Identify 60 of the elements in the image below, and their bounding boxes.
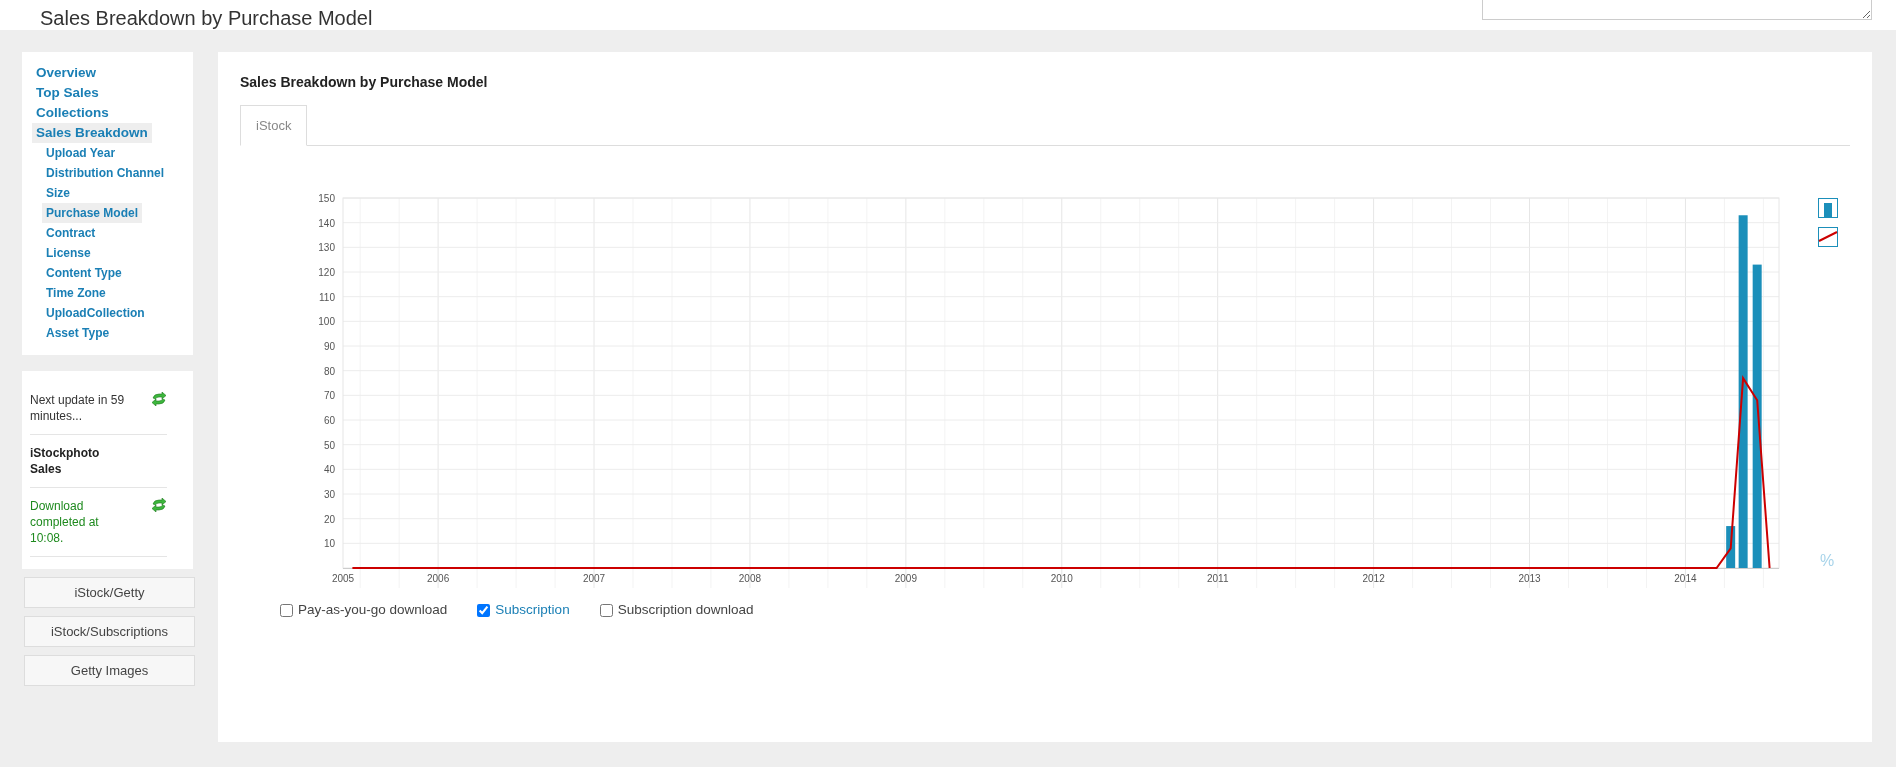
nav-sublink[interactable]: Upload Year xyxy=(42,143,120,163)
y-tick-label: 80 xyxy=(323,365,335,377)
y-tick-label: 140 xyxy=(318,217,335,229)
nav-link[interactable]: Collections xyxy=(32,103,113,123)
x-tick-label: 2014 xyxy=(1674,573,1697,585)
status-text: iStockphoto Sales xyxy=(30,445,101,477)
x-tick-label: 2011 xyxy=(1206,573,1229,585)
nav-sublink[interactable]: Contract xyxy=(42,223,100,243)
sidebar-button[interactable]: iStock/Getty xyxy=(24,577,195,608)
checkbox-label[interactable]: Pay-as-you-go download xyxy=(298,600,448,621)
x-tick-label: 2005 xyxy=(331,573,355,585)
bar-legend-icon[interactable] xyxy=(1818,198,1838,219)
x-tick-label: 2009 xyxy=(894,573,917,585)
nav-sublink[interactable]: Content Type xyxy=(42,263,126,283)
checkbox[interactable] xyxy=(280,603,293,617)
page-title: Sales Breakdown by Purchase Model xyxy=(40,6,373,30)
x-tick-label: 2010 xyxy=(1050,573,1073,585)
y-tick-label: 100 xyxy=(318,316,335,328)
panel-title: Sales Breakdown by Purchase Model xyxy=(240,74,489,91)
y-tick-label: 110 xyxy=(319,291,335,303)
y-tick-label: 130 xyxy=(318,242,335,254)
tab[interactable]: iStock xyxy=(240,104,308,147)
line-legend-icon[interactable] xyxy=(1818,227,1838,248)
x-tick-label: 2007 xyxy=(582,573,606,585)
checkbox[interactable] xyxy=(477,603,491,617)
sidebar-button[interactable]: iStock/Subscriptions xyxy=(24,616,195,647)
y-tick-label: 20 xyxy=(323,513,335,525)
x-tick-label: 2008 xyxy=(738,573,762,585)
y-tick-label: 30 xyxy=(323,489,335,501)
checkbox-label[interactable]: Subscription download xyxy=(617,600,754,621)
checkbox[interactable] xyxy=(599,603,613,617)
nav-sublink[interactable]: Asset Type xyxy=(42,323,114,343)
nav-link[interactable]: Top Sales xyxy=(32,83,103,103)
refresh-icon[interactable] xyxy=(151,498,167,512)
sidebar-button[interactable]: Getty Images xyxy=(24,655,195,686)
nav-link[interactable]: Sales Breakdown xyxy=(32,123,152,143)
y-tick-label: 70 xyxy=(323,390,335,402)
nav-sublink[interactable]: Distribution Channel xyxy=(42,163,168,183)
bar xyxy=(1726,526,1736,569)
unit-label: % xyxy=(1820,552,1835,570)
checkbox-label[interactable]: Subscription xyxy=(495,600,570,621)
x-tick-label: 2013 xyxy=(1518,573,1541,585)
nav-link[interactable]: Overview xyxy=(32,63,101,83)
nav-sublink[interactable]: Purchase Model xyxy=(42,203,143,223)
x-tick-label: 2006 xyxy=(427,573,450,585)
nav-sublink[interactable]: License xyxy=(42,243,95,263)
nav-sublink[interactable]: UploadCollection xyxy=(42,303,149,323)
y-tick-label: 50 xyxy=(323,439,335,451)
y-tick-label: 40 xyxy=(323,464,335,476)
y-tick-label: 90 xyxy=(323,341,335,353)
y-tick-label: 60 xyxy=(323,415,335,427)
x-tick-label: 2012 xyxy=(1362,573,1385,585)
refresh-icon[interactable] xyxy=(151,392,167,406)
status-text: Next update in 59 minutes... xyxy=(30,392,126,424)
y-tick-label: 120 xyxy=(318,267,335,279)
nav-sublink[interactable]: Size xyxy=(42,183,74,203)
status-text: Download completed at 10:08. xyxy=(30,498,100,546)
y-tick-label: 150 xyxy=(318,193,335,205)
nav-sublink[interactable]: Time Zone xyxy=(42,283,110,303)
y-tick-label: 10 xyxy=(323,538,335,550)
